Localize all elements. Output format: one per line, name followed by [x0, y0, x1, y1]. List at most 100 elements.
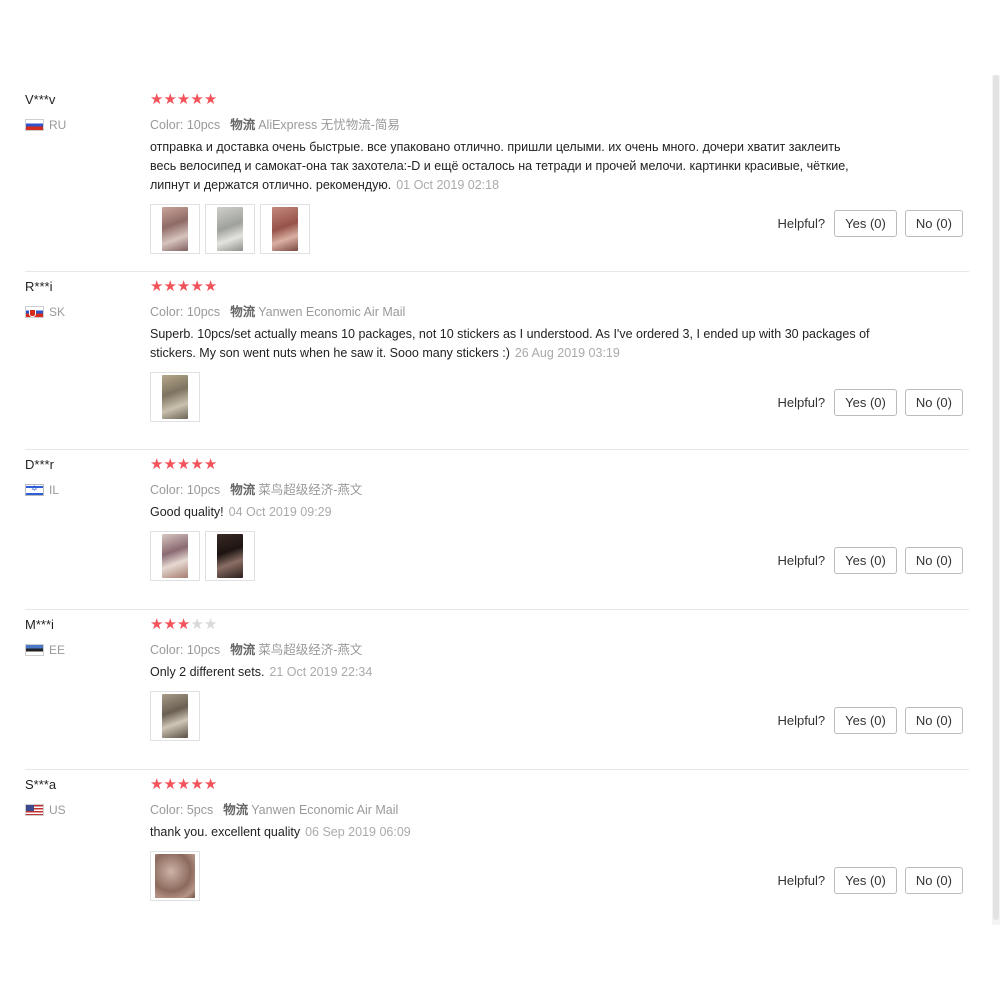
- review-photo-thumbnail[interactable]: [150, 204, 200, 254]
- review-photo-thumbnail[interactable]: [150, 531, 200, 581]
- reviewer-info: D***r IL: [25, 457, 135, 497]
- helpful-label: Helpful?: [777, 553, 826, 568]
- helpful-label: Helpful?: [777, 713, 826, 728]
- country-code: EE: [49, 643, 66, 657]
- order-color: Color: 10pcs: [150, 305, 221, 319]
- reviewer-country: EE: [25, 643, 135, 657]
- helpful-yes-button[interactable]: Yes (0): [834, 547, 897, 574]
- review-date: 04 Oct 2019 09:29: [228, 505, 332, 519]
- helpful-no-button[interactable]: No (0): [904, 210, 963, 237]
- order-color: Color: 10pcs: [150, 483, 221, 497]
- star-icon: ★: [150, 278, 164, 295]
- review-body: Only 2 different sets.: [150, 665, 265, 679]
- order-color: Color: 5pcs: [150, 803, 214, 817]
- star-empty-icon: ★: [190, 616, 204, 633]
- order-attributes: Color: 5pcs 物流 Yanwen Economic Air Mail: [150, 799, 870, 817]
- review-text: отправка и доставка очень быстрые. все у…: [150, 138, 870, 195]
- star-rating: ★★★★★: [150, 616, 870, 636]
- star-icon: ★: [176, 278, 191, 295]
- reviewer-name: V***v: [25, 92, 56, 107]
- star-icon: ★: [150, 616, 164, 633]
- reviewer-name: D***r: [25, 457, 54, 472]
- review-item: V***v RU ★★★★★ Color: 10pcs 物流 AliExpress …: [25, 85, 969, 272]
- helpful-no-button[interactable]: No (0): [904, 707, 963, 734]
- star-icon: ★: [150, 456, 164, 473]
- logistics-label: 物流: [230, 305, 256, 319]
- reviewer-name: R***i: [25, 279, 53, 294]
- helpful-yes-button[interactable]: Yes (0): [834, 210, 897, 237]
- review-photos: [150, 531, 870, 581]
- logistics-label: 物流: [230, 118, 256, 132]
- review-photos: [150, 204, 870, 254]
- reviewer-name: S***a: [25, 777, 57, 792]
- star-icon: ★: [150, 91, 164, 108]
- review-text: thank you. excellent quality 06 Sep 2019 …: [150, 823, 870, 842]
- logistics-method: Yanwen Economic Air Mail: [251, 803, 399, 817]
- review-date: 06 Sep 2019 06:09: [305, 825, 411, 839]
- review-text: Good quality! 04 Oct 2019 09:29: [150, 503, 870, 522]
- review-photo-thumbnail[interactable]: [260, 204, 310, 254]
- helpful-label: Helpful?: [777, 216, 826, 231]
- helpful-vote: Helpful? Yes (0) No (0): [777, 547, 963, 574]
- helpful-yes-button[interactable]: Yes (0): [834, 389, 897, 416]
- order-attributes: Color: 10pcs 物流 AliExpress 无忧物流-简易: [150, 114, 870, 132]
- star-empty-icon: ★: [203, 616, 218, 633]
- review-date: 01 Oct 2019 02:18: [396, 178, 500, 192]
- reviewer-info: V***v RU: [25, 92, 135, 132]
- star-icon: ★: [176, 456, 191, 473]
- star-rating: ★★★★★: [150, 278, 870, 298]
- star-icon: ★: [176, 616, 191, 633]
- country-code: SK: [49, 305, 66, 319]
- star-icon: ★: [190, 278, 204, 295]
- logistics-label: 物流: [223, 803, 249, 817]
- star-rating: ★★★★★: [150, 776, 870, 796]
- star-icon: ★: [190, 776, 204, 793]
- flag-il-icon: [25, 483, 44, 496]
- logistics-method: AliExpress 无忧物流-简易: [258, 118, 400, 132]
- reviewer-name: M***i: [25, 617, 54, 632]
- logistics-method: Yanwen Economic Air Mail: [258, 305, 406, 319]
- country-code: US: [49, 803, 66, 817]
- review-photo-thumbnail[interactable]: [205, 204, 255, 254]
- reviewer-info: M***i EE: [25, 617, 135, 657]
- star-icon: ★: [163, 456, 177, 473]
- helpful-no-button[interactable]: No (0): [904, 547, 963, 574]
- review-photos: [150, 851, 870, 901]
- review-body: Good quality!: [150, 505, 224, 519]
- star-icon: ★: [163, 616, 177, 633]
- review-date: 26 Aug 2019 03:19: [514, 346, 620, 360]
- review-body: отправка и доставка очень быстрые. все у…: [150, 140, 849, 192]
- star-icon: ★: [203, 456, 218, 473]
- reviewer-country: US: [25, 803, 135, 817]
- reviewer-info: R***i SK: [25, 279, 135, 319]
- helpful-no-button[interactable]: No (0): [904, 867, 963, 894]
- helpful-label: Helpful?: [777, 873, 826, 888]
- feedback-list: V***v RU ★★★★★ Color: 10pcs 物流 AliExpress …: [0, 85, 1000, 920]
- order-attributes: Color: 10pcs 物流 Yanwen Economic Air Mail: [150, 301, 870, 319]
- helpful-vote: Helpful? Yes (0) No (0): [777, 867, 963, 894]
- reviewer-country: SK: [25, 305, 135, 319]
- order-color: Color: 10pcs: [150, 643, 221, 657]
- review-content: ★★★★★ Color: 10pcs 物流 Yanwen Economic Air …: [150, 272, 870, 422]
- review-photo-thumbnail[interactable]: [150, 691, 200, 741]
- star-icon: ★: [150, 776, 164, 793]
- review-item: D***r IL ★★★★★ Color: 10pcs物流菜鸟超级经济-燕文 G…: [25, 450, 969, 610]
- flag-sk-icon: [25, 306, 44, 318]
- review-text: Superb. 10pcs/set actually means 10 pack…: [150, 325, 870, 363]
- star-rating: ★★★★★: [150, 456, 870, 476]
- review-photo-thumbnail[interactable]: [150, 372, 200, 422]
- helpful-yes-button[interactable]: Yes (0): [834, 707, 897, 734]
- review-date: 21 Oct 2019 22:34: [269, 665, 373, 679]
- review-photos: [150, 691, 870, 741]
- review-item: S***a US ★★★★★ Color: 5pcs 物流 Yanwen Econo…: [25, 770, 969, 920]
- helpful-yes-button[interactable]: Yes (0): [834, 867, 897, 894]
- review-photo-thumbnail[interactable]: [150, 851, 200, 901]
- flag-us-icon: [25, 804, 44, 816]
- star-icon: ★: [190, 91, 204, 108]
- helpful-no-button[interactable]: No (0): [904, 389, 963, 416]
- star-icon: ★: [163, 91, 177, 108]
- review-body: Superb. 10pcs/set actually means 10 pack…: [150, 327, 870, 360]
- star-icon: ★: [176, 776, 191, 793]
- review-photo-thumbnail[interactable]: [205, 531, 255, 581]
- helpful-label: Helpful?: [777, 395, 826, 410]
